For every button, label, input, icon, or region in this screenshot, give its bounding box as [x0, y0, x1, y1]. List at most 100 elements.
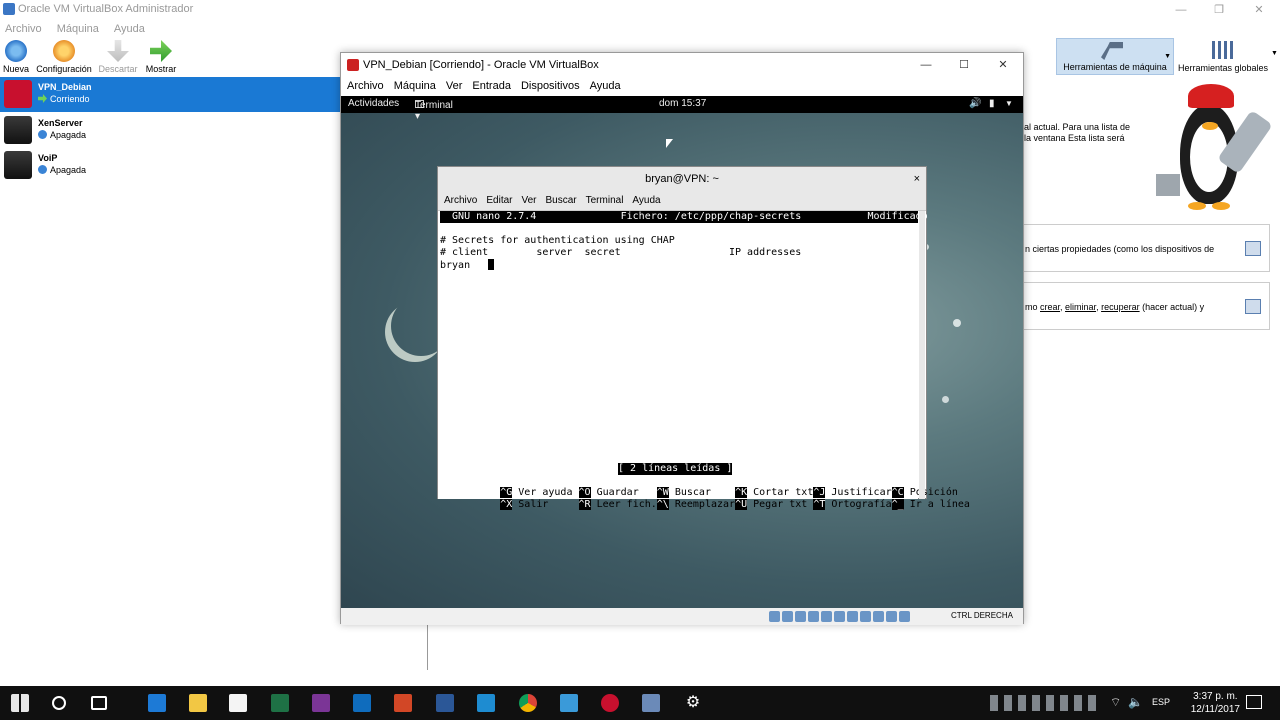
- settings-gear-icon[interactable]: ⚙: [684, 694, 702, 712]
- windows-taskbar: ⚙ ⌔ 🔈 ESP 3:37 p. m. 12/11/2017: [0, 686, 1280, 720]
- gnome-top-bar: Actividades Terminal ▾ dom 15:37 🔊 ▮ ▼: [341, 96, 1023, 122]
- close-icon[interactable]: ✕: [984, 55, 1022, 75]
- vm-item-voip[interactable]: VoiP Apagada: [0, 148, 340, 183]
- close-icon[interactable]: ✕: [1240, 0, 1278, 20]
- manager-menubar: Archivo Máquina Ayuda: [0, 20, 340, 38]
- shortcut-label: Ir a línea: [903, 499, 970, 510]
- terminal-close-button[interactable]: ×: [914, 167, 920, 191]
- terminal-menu-terminal[interactable]: Terminal: [586, 195, 624, 206]
- chevron-down-icon[interactable]: ▼: [1164, 53, 1171, 60]
- cpu-icon[interactable]: [873, 611, 884, 622]
- machine-tools-button[interactable]: Herramientas de máquina ▼: [1056, 38, 1174, 75]
- tray-icons[interactable]: [990, 695, 1100, 711]
- snapshots-card[interactable]: mo crear, eliminar, recuperar (hacer act…: [1022, 282, 1270, 330]
- menu-archivo[interactable]: Archivo: [5, 23, 42, 35]
- restore-link[interactable]: recuperar: [1101, 302, 1140, 312]
- onenote-icon[interactable]: [312, 694, 330, 712]
- terminal-menu-ver[interactable]: Ver: [521, 195, 536, 206]
- volume-icon[interactable]: 🔊: [969, 98, 981, 109]
- powered-off-icon: [38, 130, 47, 139]
- vm-menu-maquina[interactable]: Máquina: [394, 80, 436, 92]
- activities-button[interactable]: Actividades: [348, 98, 399, 109]
- properties-card[interactable]: n ciertas propiedades (como los disposit…: [1022, 224, 1270, 272]
- optical-drive-icon[interactable]: [782, 611, 793, 622]
- gnome-clock[interactable]: dom 15:37: [659, 98, 706, 109]
- vm-item-vpn-debian[interactable]: VPN_Debian Corriendo: [0, 77, 340, 112]
- outlook-icon[interactable]: [353, 694, 371, 712]
- properties-card-text: n ciertas propiedades (como los disposit…: [1025, 244, 1215, 254]
- guest-screen[interactable]: Actividades Terminal ▾ dom 15:37 🔊 ▮ ▼ b…: [341, 96, 1023, 608]
- terminal-menu-editar[interactable]: Editar: [486, 195, 512, 206]
- minimize-icon[interactable]: —: [1162, 0, 1200, 20]
- language-indicator[interactable]: ESP: [1152, 697, 1170, 707]
- edge-icon[interactable]: [148, 694, 166, 712]
- battery-icon[interactable]: ▮: [989, 98, 995, 109]
- chevron-down-icon[interactable]: ▼: [1271, 50, 1278, 57]
- terminal-menubar: Archivo Editar Ver Buscar Terminal Ayuda: [438, 191, 926, 211]
- terminal-window: bryan@VPN: ~ × Archivo Editar Ver Buscar Ter…: [437, 166, 970, 510]
- menu-ayuda[interactable]: Ayuda: [114, 23, 145, 35]
- chrome-icon[interactable]: [519, 694, 537, 712]
- vm-menu-archivo[interactable]: Archivo: [347, 80, 384, 92]
- clock[interactable]: 3:37 p. m. 12/11/2017: [1191, 690, 1240, 716]
- vm-statusbar: CTRL DERECHA: [341, 608, 1023, 625]
- vm-window-title: VPN_Debian [Corriendo] - Oracle VM Virtu…: [363, 59, 599, 71]
- store-icon[interactable]: [229, 694, 247, 712]
- debian-app-icon[interactable]: [601, 694, 619, 712]
- network-icon[interactable]: [808, 611, 819, 622]
- file-line-text: bryan: [440, 260, 489, 271]
- wifi-icon[interactable]: ⌔: [1110, 695, 1121, 710]
- hard-disk-icon[interactable]: [769, 611, 780, 622]
- maximize-icon[interactable]: ☐: [945, 55, 983, 75]
- vm-menu-ayuda[interactable]: Ayuda: [590, 80, 621, 92]
- display-icon[interactable]: [847, 611, 858, 622]
- app-icon[interactable]: [477, 694, 495, 712]
- menu-maquina[interactable]: Máquina: [57, 23, 99, 35]
- shortcut-key: ^T: [813, 499, 826, 510]
- windows-start-icon[interactable]: [11, 694, 29, 712]
- speaker-icon[interactable]: 🔈: [1128, 695, 1143, 709]
- task-view-icon[interactable]: [91, 696, 107, 710]
- terminal-menu-archivo[interactable]: Archivo: [444, 195, 477, 206]
- delete-link[interactable]: eliminar: [1065, 302, 1096, 312]
- search-icon[interactable]: [52, 696, 66, 710]
- file-explorer-icon[interactable]: [189, 694, 207, 712]
- maximize-icon[interactable]: ❐: [1200, 0, 1238, 20]
- keyboard-icon[interactable]: [899, 611, 910, 622]
- shared-folders-icon[interactable]: [834, 611, 845, 622]
- show-button[interactable]: Mostrar: [131, 38, 191, 76]
- file-line: bryan: [440, 259, 495, 272]
- notifications-icon[interactable]: [1246, 695, 1262, 709]
- minimize-icon[interactable]: —: [907, 55, 945, 75]
- video-capture-icon[interactable]: [860, 611, 871, 622]
- vm-menu-dispositivos[interactable]: Dispositivos: [521, 80, 580, 92]
- mouse-integration-icon[interactable]: [886, 611, 897, 622]
- text-cursor: [488, 259, 495, 270]
- chevron-down-icon[interactable]: ▼: [1005, 99, 1013, 108]
- virtualbox-logo-icon: [3, 3, 15, 15]
- settings-button[interactable]: Configuración: [34, 38, 94, 76]
- manager-toolbar: Nueva Configuración Descartar Mostrar: [0, 38, 340, 76]
- pane-divider[interactable]: [427, 620, 428, 670]
- terminal-scrollbar[interactable]: [919, 211, 925, 499]
- create-link[interactable]: crear: [1040, 302, 1060, 312]
- usb-icon[interactable]: [821, 611, 832, 622]
- shortcut-key: ^_: [891, 499, 904, 510]
- vm-name: VPN_Debian: [38, 82, 92, 92]
- vm-item-xenserver[interactable]: XenServer Apagada: [0, 113, 340, 148]
- powerpoint-icon[interactable]: [394, 694, 412, 712]
- shortcut-label: Salir: [512, 499, 579, 510]
- word-icon[interactable]: [436, 694, 454, 712]
- virtualbox-icon[interactable]: [642, 694, 660, 712]
- vm-state-label: Apagada: [50, 130, 87, 140]
- remote-desktop-icon[interactable]: [560, 694, 578, 712]
- terminal-menu-ayuda[interactable]: Ayuda: [632, 195, 660, 206]
- vm-menu-entrada[interactable]: Entrada: [472, 80, 511, 92]
- vm-menu-ver[interactable]: Ver: [446, 80, 463, 92]
- terminal-menu-buscar[interactable]: Buscar: [546, 195, 577, 206]
- nano-editor[interactable]: GNU nano 2.7.4 Fichero: /etc/ppp/chap-se…: [438, 211, 970, 510]
- global-tools-button[interactable]: Herramientas globales: [1176, 38, 1270, 75]
- audio-icon[interactable]: [795, 611, 806, 622]
- excel-icon[interactable]: [271, 694, 289, 712]
- welcome-text-line: la ventana Esta lista será: [1024, 133, 1125, 143]
